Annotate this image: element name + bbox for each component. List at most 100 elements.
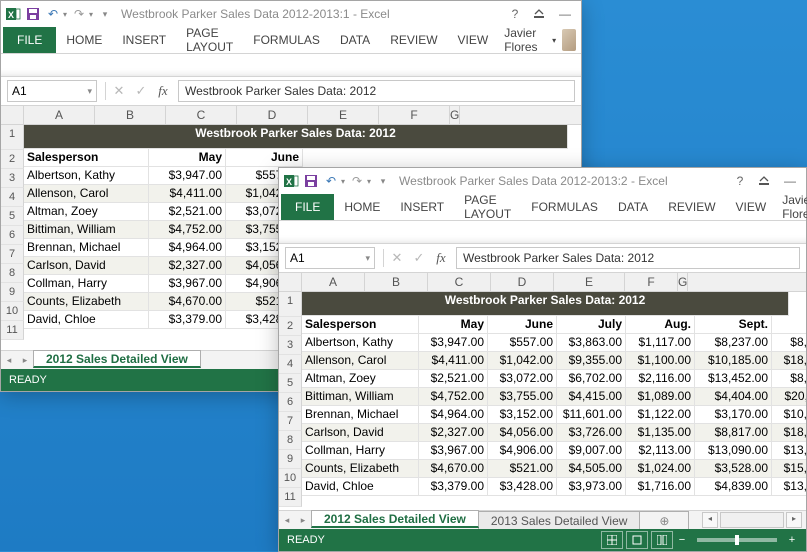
cell[interactable]: Counts, Elizabeth xyxy=(302,460,419,478)
cell[interactable]: $4,411.00 xyxy=(419,352,488,370)
cell[interactable]: $1,042.00 xyxy=(488,352,557,370)
col-header[interactable]: D xyxy=(237,106,308,124)
formula-input[interactable]: Westbrook Parker Sales Data: 2012 xyxy=(456,247,800,269)
cell[interactable]: $3,863.00 xyxy=(557,334,626,352)
cell[interactable]: $3,973.00 xyxy=(557,478,626,496)
save-icon[interactable] xyxy=(25,6,41,22)
cell[interactable]: $4,670.00 xyxy=(419,460,488,478)
col-header[interactable]: G xyxy=(678,273,688,291)
cell[interactable]: $1,122.00 xyxy=(626,406,695,424)
cell[interactable]: $4,906.00 xyxy=(488,442,557,460)
cell[interactable]: $3,947.00 xyxy=(419,334,488,352)
qat-customize-icon[interactable]: ▾ xyxy=(97,6,113,22)
cell[interactable]: May xyxy=(149,149,226,167)
cell[interactable]: $4,839.00 xyxy=(695,478,772,496)
cell[interactable]: $3,726.00 xyxy=(557,424,626,442)
row-header[interactable]: 1 xyxy=(1,125,24,150)
tab-scroll-next[interactable]: ▸ xyxy=(295,511,311,529)
title-cell[interactable]: Westbrook Parker Sales Data: 2012 xyxy=(302,292,789,316)
cell[interactable]: $4,056.00 xyxy=(488,424,557,442)
tab-home[interactable]: HOME xyxy=(56,27,112,53)
cell[interactable]: Albertson, Kathy xyxy=(24,167,149,185)
cell[interactable]: Brennan, Michael xyxy=(302,406,419,424)
redo-icon[interactable]: ↷ xyxy=(71,6,87,22)
cell[interactable]: $4,415.00 xyxy=(557,388,626,406)
cell[interactable]: $3,947.00 xyxy=(149,167,226,185)
cell[interactable]: $1,024.00 xyxy=(626,460,695,478)
cell[interactable]: $3,755.00 xyxy=(488,388,557,406)
help-button[interactable]: ? xyxy=(730,171,750,191)
view-page-break-button[interactable] xyxy=(651,531,673,549)
caret-icon[interactable]: ▾ xyxy=(367,177,371,186)
cell[interactable]: $4,752.00 xyxy=(149,221,226,239)
col-header[interactable]: E xyxy=(308,106,379,124)
cell[interactable]: $13,090.00 xyxy=(695,442,772,460)
cell[interactable]: $3,967.00 xyxy=(419,442,488,460)
titlebar[interactable]: X ↶▾ ↷▾ ▾ Westbrook Parker Sales Data 20… xyxy=(279,168,806,194)
tab-view[interactable]: VIEW xyxy=(448,27,499,53)
col-header[interactable]: A xyxy=(24,106,95,124)
cell[interactable]: $4,411.00 xyxy=(149,185,226,203)
tab-scroll-prev[interactable]: ◂ xyxy=(279,511,295,529)
cell[interactable]: $18,749 xyxy=(772,352,806,370)
tab-formulas[interactable]: FORMULAS xyxy=(521,194,608,220)
ribbon-options-button[interactable] xyxy=(752,171,776,191)
row-header[interactable]: 4 xyxy=(279,355,302,374)
row-header[interactable]: 7 xyxy=(1,245,24,264)
cell[interactable]: Bittiman, William xyxy=(24,221,149,239)
row-header[interactable]: 8 xyxy=(1,264,24,283)
col-header[interactable]: D xyxy=(491,273,554,291)
cell[interactable]: $521.00 xyxy=(488,460,557,478)
cell[interactable]: $3,152.00 xyxy=(488,406,557,424)
tab-view[interactable]: VIEW xyxy=(726,194,777,220)
enter-formula-button[interactable]: ✓ xyxy=(408,250,430,266)
cell[interactable]: $10,733 xyxy=(772,406,806,424)
col-header[interactable]: G xyxy=(450,106,460,124)
tab-review[interactable]: REVIEW xyxy=(380,27,447,53)
cell[interactable]: David, Chloe xyxy=(24,311,149,329)
help-button[interactable]: ? xyxy=(505,4,525,24)
undo-icon[interactable]: ↶ xyxy=(323,173,339,189)
tab-file[interactable]: FILE xyxy=(281,194,334,220)
col-header[interactable]: C xyxy=(166,106,237,124)
col-header[interactable]: B xyxy=(365,273,428,291)
cell[interactable]: $2,521.00 xyxy=(419,370,488,388)
cell[interactable]: Salesperson xyxy=(24,149,149,167)
fx-button[interactable]: fx xyxy=(430,250,452,266)
cell[interactable]: $2,116.00 xyxy=(626,370,695,388)
cell[interactable]: $3,528.00 xyxy=(695,460,772,478)
cell[interactable]: $13,085 xyxy=(772,478,806,496)
view-page-layout-button[interactable] xyxy=(626,531,648,549)
cell[interactable] xyxy=(772,316,806,334)
cell[interactable]: Carlson, David xyxy=(24,257,149,275)
cell[interactable]: $8,817.00 xyxy=(695,424,772,442)
cell[interactable]: May xyxy=(419,316,488,334)
cell[interactable]: Carlson, David xyxy=(302,424,419,442)
cell[interactable]: Albertson, Kathy xyxy=(302,334,419,352)
cell[interactable]: Bittiman, William xyxy=(302,388,419,406)
save-icon[interactable] xyxy=(303,173,319,189)
cell[interactable]: July xyxy=(557,316,626,334)
cell[interactable]: $4,404.00 xyxy=(695,388,772,406)
minimize-button[interactable]: — xyxy=(778,171,802,191)
cell[interactable]: $4,964.00 xyxy=(149,239,226,257)
row-header[interactable]: 8 xyxy=(279,431,302,450)
row-header[interactable]: 5 xyxy=(1,207,24,226)
tab-scroll-prev[interactable]: ◂ xyxy=(1,351,17,369)
signin[interactable]: Javier Flores xyxy=(776,194,807,220)
row-header[interactable]: 11 xyxy=(279,488,302,507)
cell[interactable]: Collman, Harry xyxy=(24,275,149,293)
cell[interactable]: $4,964.00 xyxy=(419,406,488,424)
cell[interactable]: Collman, Harry xyxy=(302,442,419,460)
cell[interactable]: $13,953 xyxy=(772,442,806,460)
zoom-slider[interactable] xyxy=(697,538,777,542)
redo-icon[interactable]: ↷ xyxy=(349,173,365,189)
row-header[interactable]: 6 xyxy=(1,226,24,245)
cell[interactable]: Brennan, Michael xyxy=(24,239,149,257)
cell[interactable]: $3,170.00 xyxy=(695,406,772,424)
zoom-out-button[interactable]: − xyxy=(676,534,688,546)
cell[interactable]: Salesperson xyxy=(302,316,419,334)
caret-icon[interactable]: ▾ xyxy=(89,10,93,19)
row-header[interactable]: 2 xyxy=(1,150,24,169)
cell[interactable]: $20,114 xyxy=(772,388,806,406)
